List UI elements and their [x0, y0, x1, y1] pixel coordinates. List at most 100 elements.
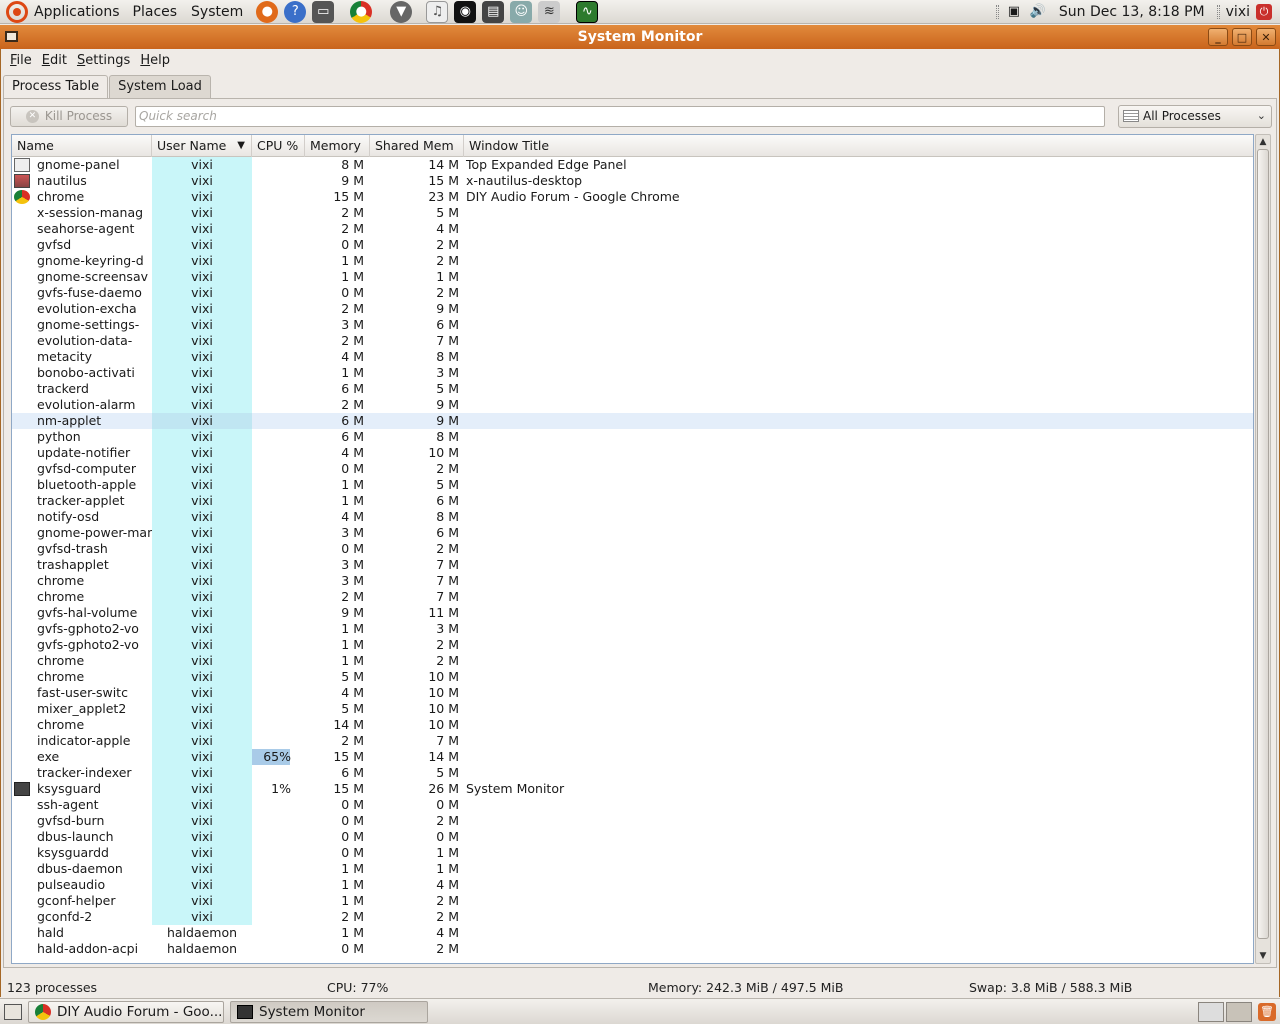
maximize-button[interactable]: □ [1232, 28, 1252, 46]
table-row[interactable]: gconfd-2 vixi 2 M 2 M [12, 909, 1253, 925]
table-row[interactable]: evolution-alarm vixi 2 M 9 M [12, 397, 1253, 413]
table-row[interactable]: exe vixi 65% 15 M 14 M [12, 749, 1253, 765]
window-menu-icon[interactable] [5, 31, 18, 42]
table-row[interactable]: gnome-power-man vixi 3 M 6 M [12, 525, 1253, 541]
settings-menu[interactable]: Settings [72, 53, 135, 68]
table-row[interactable]: evolution-data-vixi 2 M 7 M [12, 333, 1253, 349]
table-row[interactable]: gvfsd vixi 0 M 2 M [12, 237, 1253, 253]
table-row[interactable]: gvfs-hal-volume vixi 9 M 11 M [12, 605, 1253, 621]
table-row[interactable]: gvfs-gphoto2-vo vixi 1 M 3 M [12, 621, 1253, 637]
table-row[interactable]: gvfs-gphoto2-vo vixi 1 M 2 M [12, 637, 1253, 653]
table-row[interactable]: gconf-helper vixi 1 M 2 M [12, 893, 1253, 909]
table-row[interactable]: dbus-daemon vixi 1 M 1 M [12, 861, 1253, 877]
scroll-down-arrow-icon[interactable]: ▼ [1256, 949, 1270, 963]
inkscape-launcher-icon[interactable]: ▼ [390, 0, 413, 23]
help-launcher-icon[interactable]: ? [284, 0, 307, 23]
system-menu[interactable]: System [184, 4, 250, 20]
table-row[interactable]: evolution-excha vixi 2 M 9 M [12, 301, 1253, 317]
table-row[interactable]: python vixi 6 M 8 M [12, 429, 1253, 445]
table-row[interactable]: gnome-keyring-d vixi 1 M 2 M [12, 253, 1253, 269]
column-header-window-title[interactable]: Window Title [464, 135, 1253, 157]
user-name[interactable]: vixi [1226, 4, 1250, 20]
places-menu[interactable]: Places [126, 4, 185, 20]
table-row[interactable]: notify-osd vixi 4 M 8 M [12, 509, 1253, 525]
terminal-launcher-icon[interactable]: ▭ [312, 0, 335, 23]
column-header-user-name[interactable]: User Name ▼ [152, 135, 252, 157]
power-icon[interactable]: ⏻ [1256, 3, 1272, 20]
table-row[interactable]: x-session-manag vixi 2 M 5 M [12, 205, 1253, 221]
column-header-memory[interactable]: Memory [305, 135, 370, 157]
column-header-shared-mem[interactable]: Shared Mem [370, 135, 464, 157]
table-row[interactable]: indicator-apple vixi 2 M 7 M [12, 733, 1253, 749]
table-row[interactable]: chrome vixi 5 M 10 M [12, 669, 1253, 685]
table-row[interactable]: gvfsd-trash vixi 0 M 2 M [12, 541, 1253, 557]
window-titlebar[interactable]: System Monitor _ □ ✕ [0, 25, 1280, 49]
chrome-launcher-icon[interactable]: ● [350, 0, 373, 23]
volume-icon[interactable]: 🔊 [1029, 4, 1047, 20]
table-row[interactable]: trashapplet vixi 3 M 7 M [12, 557, 1253, 573]
vertical-scrollbar[interactable]: ▲ ▼ [1255, 134, 1271, 964]
trash-icon[interactable]: 🗑 [1258, 1002, 1276, 1021]
column-header-name[interactable]: Name [12, 135, 152, 157]
table-row[interactable]: pulseaudio vixi 1 M 4 M [12, 877, 1253, 893]
column-header-cpu[interactable]: CPU % [252, 135, 305, 157]
process-filter-select[interactable]: All Processes ⌄ [1118, 104, 1272, 128]
table-row[interactable]: dbus-launch vixi 0 M 0 M [12, 829, 1253, 845]
tab-process-table[interactable]: Process Table [3, 75, 109, 100]
network-icon[interactable]: ▣ [1005, 4, 1023, 20]
scrollbar-thumb[interactable] [1257, 149, 1269, 939]
table-row[interactable]: nm-applet vixi 6 M 9 M [12, 413, 1253, 429]
table-row[interactable]: bluetooth-apple vixi 1 M 5 M [12, 477, 1253, 493]
monitor-launcher-icon[interactable]: ▤ [482, 0, 505, 23]
table-row[interactable]: metacity vixi 4 M 8 M [12, 349, 1253, 365]
tab-system-load[interactable]: System Load [109, 75, 211, 99]
table-row[interactable]: gvfsd-burn vixi 0 M 2 M [12, 813, 1253, 829]
table-row[interactable]: hald haldaemon 1 M 4 M [12, 925, 1253, 941]
table-row[interactable]: tracker-indexer vixi 6 M 5 M [12, 765, 1253, 781]
workspace-1[interactable] [1198, 1001, 1224, 1022]
table-row[interactable]: nautilus vixi 9 M 15 M x-nautilus-desktop [12, 173, 1253, 189]
table-row[interactable]: trackerd vixi 6 M 5 M [12, 381, 1253, 397]
taskbar-item-chrome[interactable]: DIY Audio Forum - Goo... [28, 1000, 224, 1023]
minimize-button[interactable]: _ [1208, 28, 1228, 46]
table-row[interactable]: gnome-settings-vixi 3 M 6 M [12, 317, 1253, 333]
close-button[interactable]: ✕ [1256, 28, 1276, 46]
people-launcher-icon[interactable]: ☺ [510, 0, 533, 23]
table-row[interactable]: hald-addon-acpi haldaemon 0 M 2 M [12, 941, 1253, 957]
table-row[interactable]: tracker-applet vixi 1 M 6 M [12, 493, 1253, 509]
clock[interactable]: Sun Dec 13, 8:18 PM [1053, 4, 1211, 20]
table-row[interactable]: gnome-panel vixi 8 M 14 M Top Expanded Edge … [12, 157, 1253, 173]
memory-value: 0 M [305, 813, 370, 829]
table-row[interactable]: chrome vixi 14 M 10 M [12, 717, 1253, 733]
applications-menu[interactable]: Applications [0, 0, 126, 24]
table-row[interactable]: gnome-screensav vixi 1 M 1 M [12, 269, 1253, 285]
table-row[interactable]: chrome vixi 3 M 7 M [12, 573, 1253, 589]
table-row[interactable]: bonobo-activati vixi 1 M 3 M [12, 365, 1253, 381]
system-monitor-launcher-icon[interactable]: ∿ [576, 0, 599, 23]
network-launcher-icon[interactable]: ≋ [538, 0, 561, 23]
table-row[interactable]: fast-user-switc vixi 4 M 10 M [12, 685, 1253, 701]
table-row[interactable]: ksysguardd vixi 0 M 1 M [12, 845, 1253, 861]
table-row[interactable]: gvfs-fuse-daemo vixi 0 M 2 M [12, 285, 1253, 301]
help-menu[interactable]: Help [135, 53, 175, 68]
taskbar-item-system-monitor[interactable]: System Monitor [230, 1000, 428, 1023]
quick-search-input[interactable] [135, 105, 1105, 127]
audio-launcher-icon[interactable]: ♫ [426, 0, 449, 23]
app-launcher-icon[interactable]: ◉ [454, 0, 477, 23]
table-row[interactable]: gvfsd-computer vixi 0 M 2 M [12, 461, 1253, 477]
edit-menu[interactable]: Edit [37, 53, 72, 68]
table-row[interactable]: update-notifier vixi 4 M 10 M [12, 445, 1253, 461]
table-row[interactable]: chrome vixi 2 M 7 M [12, 589, 1253, 605]
scroll-up-arrow-icon[interactable]: ▲ [1256, 135, 1270, 149]
table-row[interactable]: chrome vixi 1 M 2 M [12, 653, 1253, 669]
file-menu[interactable]: File [5, 53, 37, 68]
firefox-launcher-icon[interactable]: ● [256, 0, 279, 23]
kill-process-button[interactable]: ✕ Kill Process [10, 105, 128, 127]
table-row[interactable]: seahorse-agent vixi 2 M 4 M [12, 221, 1253, 237]
table-row[interactable]: ksysguard vixi 1% 15 M 26 M System Monitor [12, 781, 1253, 797]
table-row[interactable]: mixer_applet2 vixi 5 M 10 M [12, 701, 1253, 717]
table-row[interactable]: ssh-agent vixi 0 M 0 M [12, 797, 1253, 813]
workspace-2[interactable] [1226, 1001, 1252, 1022]
show-desktop-icon[interactable] [4, 1003, 22, 1020]
table-row[interactable]: chrome vixi 15 M 23 M DIY Audio Forum - Goog… [12, 189, 1253, 205]
